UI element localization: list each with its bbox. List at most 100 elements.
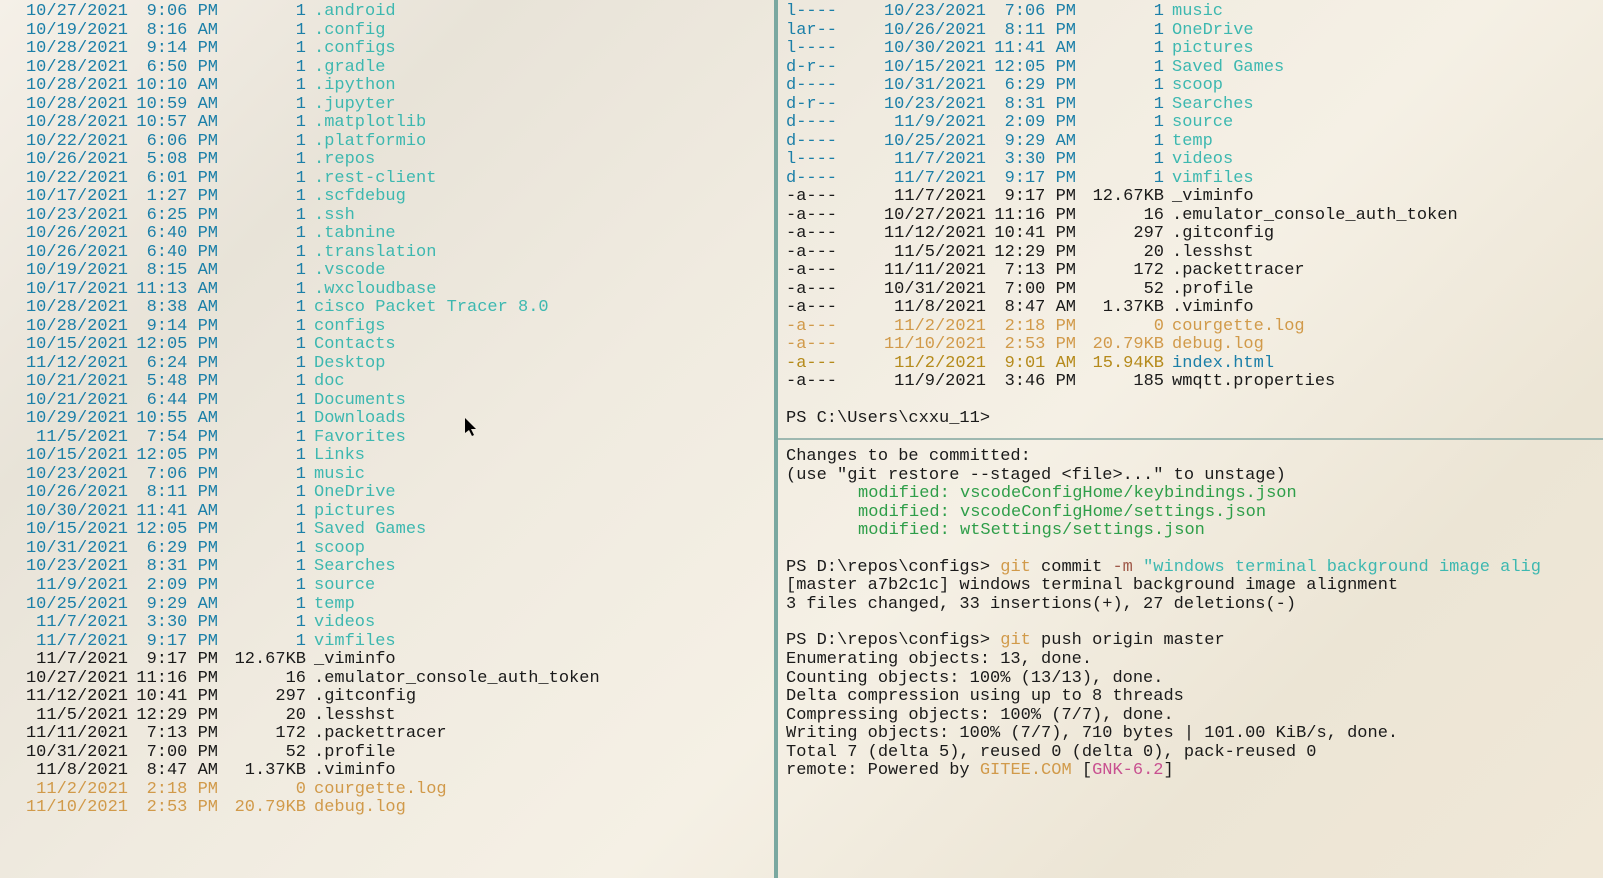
listing-row[interactable]: 10/28/20219:14 PM1.configs <box>0 40 774 59</box>
listing-row[interactable]: 10/17/20211:27 PM1.scfdebug <box>0 188 774 207</box>
col-time: 10:59 AM <box>136 96 226 115</box>
listing-row[interactable]: 11/12/20216:24 PM1Desktop <box>0 355 774 374</box>
listing-row[interactable]: 10/30/202111:41 AM1pictures <box>0 503 774 522</box>
col-name: .emulator_console_auth_token <box>1172 207 1458 226</box>
col-name: .jupyter <box>314 96 396 115</box>
listing-row[interactable]: 10/17/202111:13 AM1.wxcloudbase <box>0 281 774 300</box>
listing-row[interactable]: 10/15/202112:05 PM1Contacts <box>0 336 774 355</box>
col-size: 1 <box>226 244 314 263</box>
col-date: 11/2/2021 <box>858 318 994 337</box>
listing-row[interactable]: 11/11/20217:13 PM172.packettracer <box>0 725 774 744</box>
listing-row[interactable]: -a---11/5/202112:29 PM20.lesshst <box>778 244 1603 263</box>
git-commit-out2: 3 files changed, 33 insertions(+), 27 de… <box>778 596 1603 615</box>
git-push-line[interactable]: PS D:\repos\configs> git push origin mas… <box>778 632 1603 651</box>
col-size: 1 <box>226 521 314 540</box>
listing-row[interactable]: -a---11/7/20219:17 PM12.67KB_viminfo <box>778 188 1603 207</box>
listing-row[interactable]: d----10/25/20219:29 AM1temp <box>778 133 1603 152</box>
listing-row[interactable]: 11/7/20213:30 PM1videos <box>0 614 774 633</box>
listing-row[interactable]: 10/15/202112:05 PM1Saved Games <box>0 521 774 540</box>
git-commit-out1: [master a7b2c1c] windows terminal backgr… <box>778 577 1603 596</box>
listing-row[interactable]: 10/22/20216:01 PM1.rest-client <box>0 170 774 189</box>
git-commit-line[interactable]: PS D:\repos\configs> git commit -m "wind… <box>778 559 1603 578</box>
listing-row[interactable]: lar--10/26/20218:11 PM1OneDrive <box>778 22 1603 41</box>
listing-row[interactable]: 11/7/20219:17 PM12.67KB_viminfo <box>0 651 774 670</box>
col-name: videos <box>314 614 375 633</box>
listing-row[interactable]: 11/5/202112:29 PM20.lesshst <box>0 707 774 726</box>
listing-row[interactable]: d----11/7/20219:17 PM1vimfiles <box>778 170 1603 189</box>
listing-row[interactable]: d-r--10/15/202112:05 PM1Saved Games <box>778 59 1603 78</box>
listing-row[interactable]: -a---11/11/20217:13 PM172.packettracer <box>778 262 1603 281</box>
listing-row[interactable]: -a---11/9/20213:46 PM185wmqtt.properties <box>778 373 1603 392</box>
col-time: 3:30 PM <box>994 151 1084 170</box>
listing-row[interactable]: l----10/30/202111:41 AM1pictures <box>778 40 1603 59</box>
listing-row[interactable]: 10/19/20218:15 AM1.vscode <box>0 262 774 281</box>
listing-row[interactable]: 10/29/202110:55 AM1Downloads <box>0 410 774 429</box>
listing-row[interactable]: d----10/31/20216:29 PM1scoop <box>778 77 1603 96</box>
listing-row[interactable]: 11/7/20219:17 PM1vimfiles <box>0 633 774 652</box>
listing-row[interactable]: 10/25/20219:29 AM1temp <box>0 596 774 615</box>
listing-row[interactable]: 10/28/20218:38 AM1cisco Packet Tracer 8.… <box>0 299 774 318</box>
listing-row[interactable]: -a---10/31/20217:00 PM52.profile <box>778 281 1603 300</box>
listing-row[interactable]: 10/31/20216:29 PM1scoop <box>0 540 774 559</box>
col-name: debug.log <box>1172 336 1264 355</box>
listing-row[interactable]: 10/15/202112:05 PM1Links <box>0 447 774 466</box>
listing-row[interactable]: 10/28/20216:50 PM1.gradle <box>0 59 774 78</box>
col-size: 1 <box>226 596 314 615</box>
col-size: 172 <box>1084 262 1172 281</box>
listing-row[interactable]: 10/23/20216:25 PM1.ssh <box>0 207 774 226</box>
listing-row[interactable]: 10/26/20218:11 PM1OneDrive <box>0 484 774 503</box>
git-push-out: Compressing objects: 100% (7/7), done. <box>778 707 1603 726</box>
listing-row[interactable]: 11/12/202110:41 PM297.gitconfig <box>0 688 774 707</box>
col-date: 11/8/2021 <box>858 299 994 318</box>
left-terminal-pane[interactable]: 10/27/20219:06 PM1.android10/19/20218:16… <box>0 0 774 878</box>
listing-row[interactable]: 10/23/20217:06 PM1music <box>0 466 774 485</box>
listing-row[interactable]: 10/28/202110:57 AM1.matplotlib <box>0 114 774 133</box>
listing-row[interactable]: l----10/23/20217:06 PM1music <box>778 3 1603 22</box>
listing-row[interactable]: 10/19/20218:16 AM1.config <box>0 22 774 41</box>
right-bottom-pane[interactable]: Changes to be committed: (use "git resto… <box>778 438 1603 878</box>
listing-row[interactable]: d-r--10/23/20218:31 PM1Searches <box>778 96 1603 115</box>
listing-row[interactable]: -a---11/8/20218:47 AM1.37KB.viminfo <box>778 299 1603 318</box>
col-size: 1 <box>226 170 314 189</box>
listing-row[interactable]: -a---11/2/20212:18 PM0courgette.log <box>778 318 1603 337</box>
col-name: .configs <box>314 40 396 59</box>
listing-row[interactable]: 10/28/20219:14 PM1configs <box>0 318 774 337</box>
listing-row[interactable]: 10/28/202110:59 AM1.jupyter <box>0 96 774 115</box>
col-name: .gitconfig <box>314 688 416 707</box>
col-date: 11/12/2021 <box>858 225 994 244</box>
listing-row[interactable]: 10/28/202110:10 AM1.ipython <box>0 77 774 96</box>
listing-row[interactable]: 10/26/20216:40 PM1.translation <box>0 244 774 263</box>
listing-row[interactable]: 11/2/20212:18 PM0courgette.log <box>0 781 774 800</box>
listing-row[interactable]: 10/23/20218:31 PM1Searches <box>0 558 774 577</box>
listing-row[interactable]: -a---11/12/202110:41 PM297.gitconfig <box>778 225 1603 244</box>
listing-row[interactable]: 10/27/202111:16 PM16.emulator_console_au… <box>0 670 774 689</box>
right-top-pane[interactable]: l----10/23/20217:06 PM1musiclar--10/26/2… <box>778 0 1603 428</box>
listing-row[interactable]: 11/10/20212:53 PM20.79KBdebug.log <box>0 799 774 818</box>
listing-row[interactable]: d----11/9/20212:09 PM1source <box>778 114 1603 133</box>
git-status-file: modified: vscodeConfigHome/keybindings.j… <box>778 485 1603 504</box>
prompt-line[interactable]: PS C:\Users\cxxu_11> <box>778 410 1603 429</box>
listing-row[interactable]: 10/31/20217:00 PM52.profile <box>0 744 774 763</box>
listing-row[interactable]: 10/26/20215:08 PM1.repos <box>0 151 774 170</box>
listing-row[interactable]: 10/22/20216:06 PM1.platformio <box>0 133 774 152</box>
listing-row[interactable]: 10/27/20219:06 PM1.android <box>0 3 774 22</box>
listing-row[interactable]: 11/5/20217:54 PM1Favorites <box>0 429 774 448</box>
listing-row[interactable]: -a---10/27/202111:16 PM16.emulator_conso… <box>778 207 1603 226</box>
listing-row[interactable]: -a---11/2/20219:01 AM15.94KBindex.html <box>778 355 1603 374</box>
listing-row[interactable]: 11/9/20212:09 PM1source <box>0 577 774 596</box>
col-name: configs <box>314 318 385 337</box>
listing-row[interactable]: 10/21/20215:48 PM1doc <box>0 373 774 392</box>
listing-row[interactable]: 10/26/20216:40 PM1.tabnine <box>0 225 774 244</box>
col-time: 6:24 PM <box>136 355 226 374</box>
col-time: 6:40 PM <box>136 225 226 244</box>
col-time: 8:38 AM <box>136 299 226 318</box>
listing-row[interactable]: -a---11/10/20212:53 PM20.79KBdebug.log <box>778 336 1603 355</box>
col-time: 7:13 PM <box>994 262 1084 281</box>
listing-row[interactable]: 11/8/20218:47 AM1.37KB.viminfo <box>0 762 774 781</box>
col-size: 1 <box>226 577 314 596</box>
col-date: 10/31/2021 <box>858 281 994 300</box>
col-name: .translation <box>314 244 436 263</box>
listing-row[interactable]: l----11/7/20213:30 PM1videos <box>778 151 1603 170</box>
listing-row[interactable]: 10/21/20216:44 PM1Documents <box>0 392 774 411</box>
col-time: 10:55 AM <box>136 410 226 429</box>
